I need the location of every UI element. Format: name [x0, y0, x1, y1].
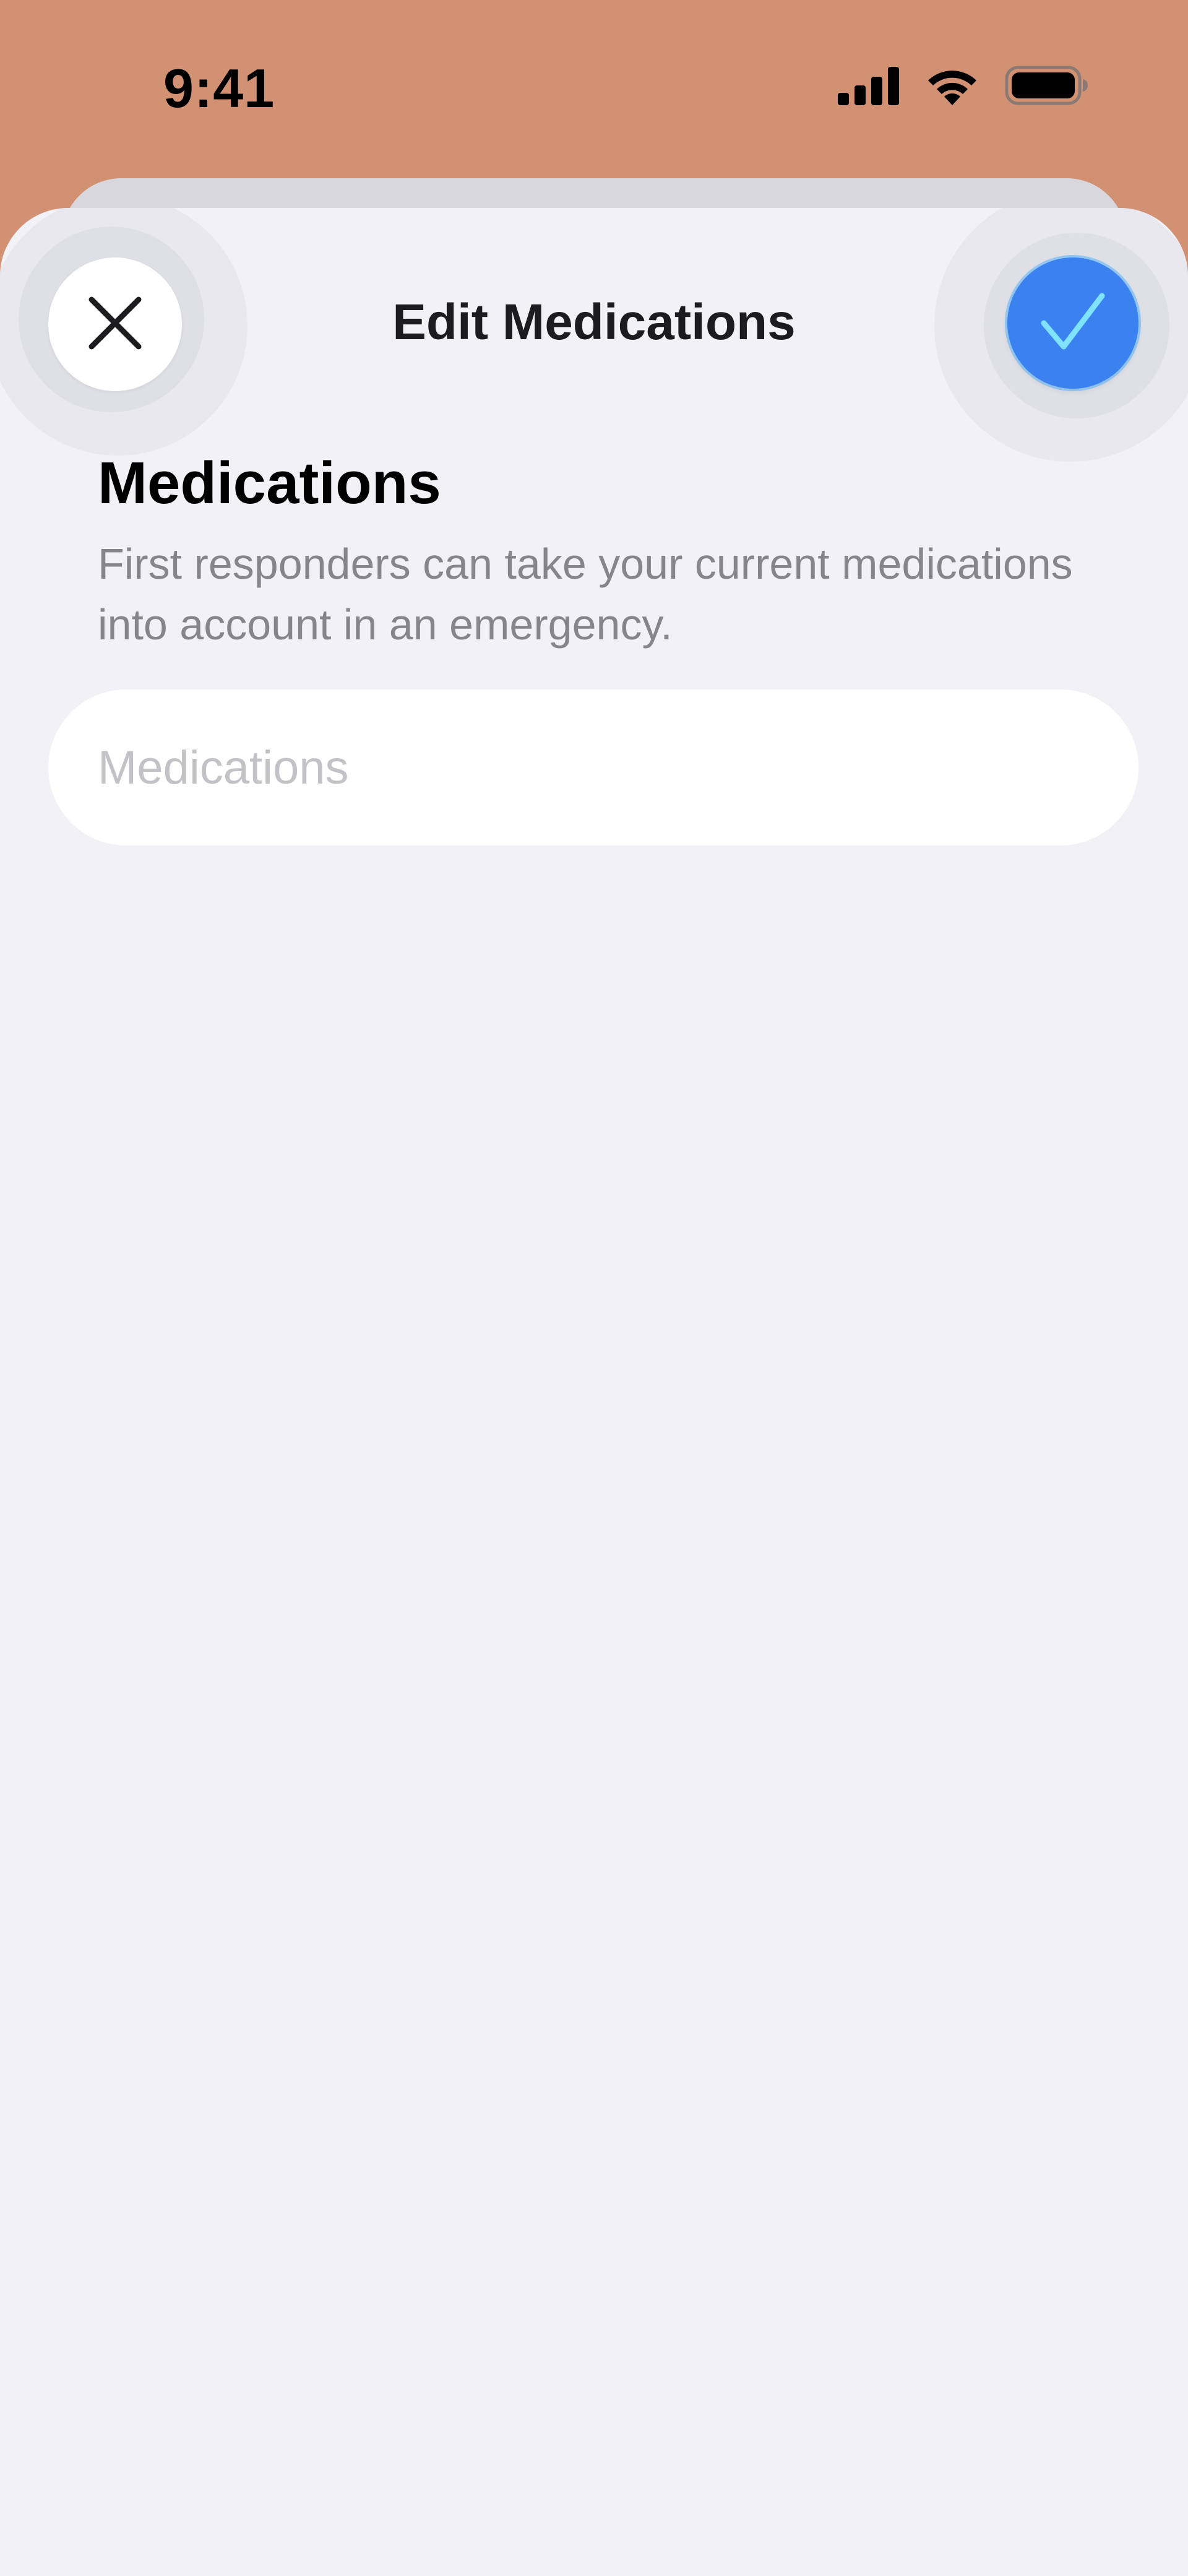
checkmark-icon [1039, 291, 1107, 356]
wifi-icon [924, 66, 980, 105]
done-button[interactable] [1007, 257, 1138, 389]
medications-input[interactable] [48, 689, 1138, 845]
edit-medications-sheet: Edit Medications Medications First respo… [0, 208, 1188, 2576]
status-time: 9:41 [163, 58, 275, 119]
status-bar: 9:41 [0, 0, 1188, 176]
section-description: First responders can take your current m… [98, 540, 1073, 649]
status-icons [838, 66, 1089, 105]
section-heading: Medications [98, 450, 441, 516]
cellular-signal-icon [838, 66, 900, 105]
battery-icon [1005, 66, 1089, 105]
